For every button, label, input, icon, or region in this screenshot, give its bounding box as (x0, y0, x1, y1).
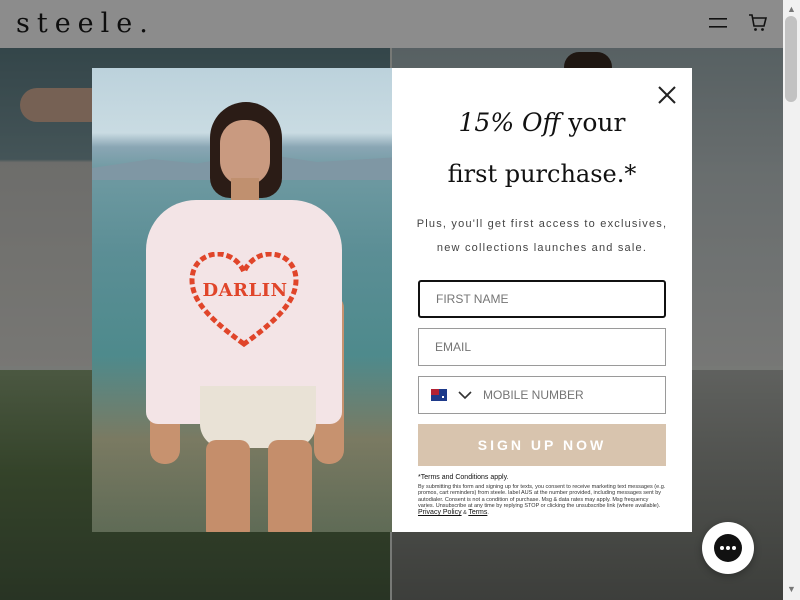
popup-subtext-line2: new collections launches and sale. (436, 242, 648, 254)
image-shorts (200, 386, 316, 448)
page-scrollbar[interactable]: ▲ ▼ (783, 0, 800, 600)
terms-body: By submitting this form and signing up f… (418, 484, 666, 517)
popup-headline: 15% Off your (392, 108, 692, 137)
popup-form-panel: 15% Off your first purchase.* Plus, you'… (392, 68, 692, 532)
chat-bubble-icon (714, 534, 742, 562)
signup-popup: DARLIN 15% Off your first purchase.* Plu… (92, 68, 692, 532)
first-name-input[interactable] (418, 280, 666, 318)
scroll-down-arrow-icon[interactable]: ▼ (787, 584, 796, 594)
image-model-face (220, 120, 270, 186)
close-icon[interactable] (656, 84, 678, 106)
popup-subtext-line1: Plus, you'll get first access to exclusi… (416, 218, 668, 230)
image-model-leg-right (268, 440, 312, 532)
image-model-leg-left (206, 440, 250, 532)
mobile-number-input[interactable] (483, 388, 633, 402)
sign-up-button[interactable]: SIGN UP NOW (418, 424, 666, 466)
chat-launcher-button[interactable] (702, 522, 754, 574)
terms-body-text: By submitting this form and signing up f… (418, 484, 666, 509)
mobile-number-field (418, 376, 666, 414)
popup-model-image: DARLIN (92, 68, 392, 532)
terms-link[interactable]: Terms (468, 509, 487, 516)
shirt-print-text: DARLIN (202, 280, 288, 301)
headline-your: your (560, 108, 626, 137)
popup-headline-line2: first purchase.* (447, 160, 637, 188)
scroll-thumb[interactable] (785, 16, 797, 102)
chevron-down-icon[interactable] (457, 390, 473, 400)
scroll-up-arrow-icon[interactable]: ▲ (787, 4, 796, 14)
terms-title: *Terms and Conditions apply. (418, 474, 509, 481)
email-input[interactable] (418, 328, 666, 366)
headline-discount: 15% Off (458, 108, 561, 137)
privacy-policy-link[interactable]: Privacy Policy (418, 509, 462, 516)
australia-flag-icon[interactable] (431, 389, 447, 401)
